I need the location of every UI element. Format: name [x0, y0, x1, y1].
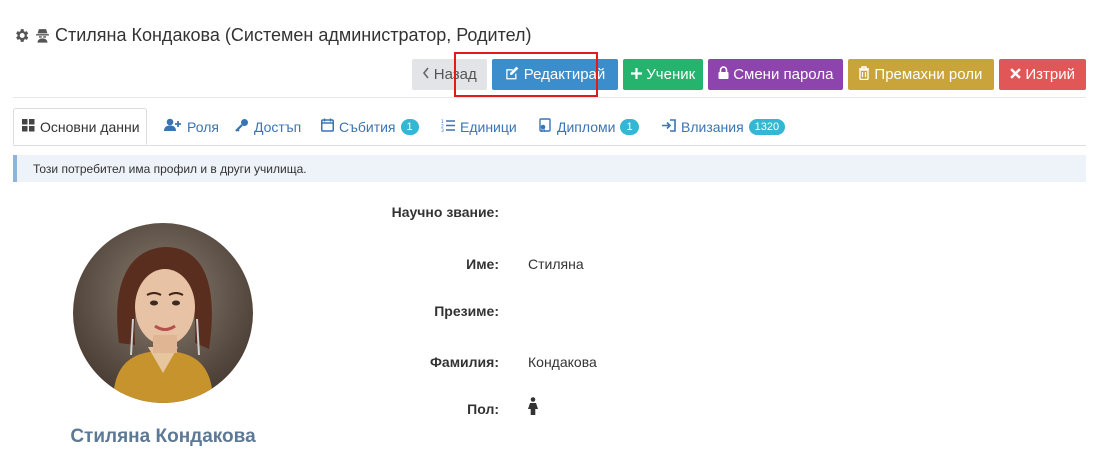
tab-diplomas[interactable]: Дипломи 1: [538, 108, 639, 145]
diplomas-count-badge: 1: [620, 118, 639, 135]
tab-bar: Основни данни Роля Достъп Събития 1 123 …: [13, 108, 1086, 146]
edit-icon: [504, 66, 520, 84]
back-button[interactable]: Назад: [411, 59, 487, 90]
tab-basic-data[interactable]: Основни данни: [13, 108, 147, 145]
field-value-last-name: Кондакова: [528, 354, 597, 370]
remove-roles-button[interactable]: Премахни роли: [848, 59, 995, 90]
user-plus-icon: [164, 118, 182, 135]
tab-units[interactable]: 123 Единици: [441, 108, 517, 145]
logins-count-badge: 1320: [748, 118, 786, 135]
field-label-first-name: Име:: [466, 256, 499, 272]
calendar-icon: [321, 118, 334, 135]
key-icon: [235, 118, 249, 135]
field-value-first-name: Стиляна: [528, 256, 584, 272]
chevron-left-icon: [422, 66, 430, 83]
add-student-button[interactable]: Ученик: [623, 59, 704, 90]
list-ol-icon: 123: [441, 119, 455, 135]
field-label-last-name: Фамилия:: [429, 354, 499, 370]
page-title: Стиляна Кондакова (Системен администрато…: [13, 22, 532, 48]
field-label-middle-name: Презиме:: [434, 303, 499, 319]
info-alert: Този потребител има профил и в други учи…: [13, 155, 1086, 182]
change-password-button[interactable]: Смени парола: [708, 59, 844, 90]
page-title-text: Стиляна Кондакова (Системен администрато…: [55, 24, 532, 45]
lock-icon: [718, 66, 729, 83]
grid-icon: [22, 118, 35, 135]
svg-text:3: 3: [441, 128, 444, 132]
certificate-icon: [538, 118, 552, 135]
close-icon: [1010, 66, 1022, 83]
avatar: [73, 223, 253, 403]
field-label-gender: Пол:: [467, 401, 499, 417]
female-icon: [528, 397, 538, 418]
plus-icon: [631, 66, 643, 83]
tab-access[interactable]: Достъп: [235, 108, 301, 145]
gear-icon: [13, 27, 30, 44]
tab-logins[interactable]: Влизания 1320: [662, 108, 786, 145]
events-count-badge: 1: [400, 118, 419, 135]
header-divider: [13, 97, 1086, 98]
tab-events[interactable]: Събития 1: [321, 108, 419, 145]
sign-in-icon: [662, 118, 676, 135]
field-label-academic-title: Научно звание:: [391, 204, 499, 220]
edit-button[interactable]: Редактирай: [491, 59, 619, 90]
toolbar: Назад Редактирай Ученик Смени парола Пре…: [411, 59, 1086, 90]
user-secret-icon: [34, 27, 51, 44]
trash-icon: [858, 65, 870, 84]
profile-name: Стиляна Кондакова: [70, 426, 256, 447]
delete-button[interactable]: Изтрий: [999, 59, 1086, 90]
tab-role[interactable]: Роля: [164, 108, 219, 145]
